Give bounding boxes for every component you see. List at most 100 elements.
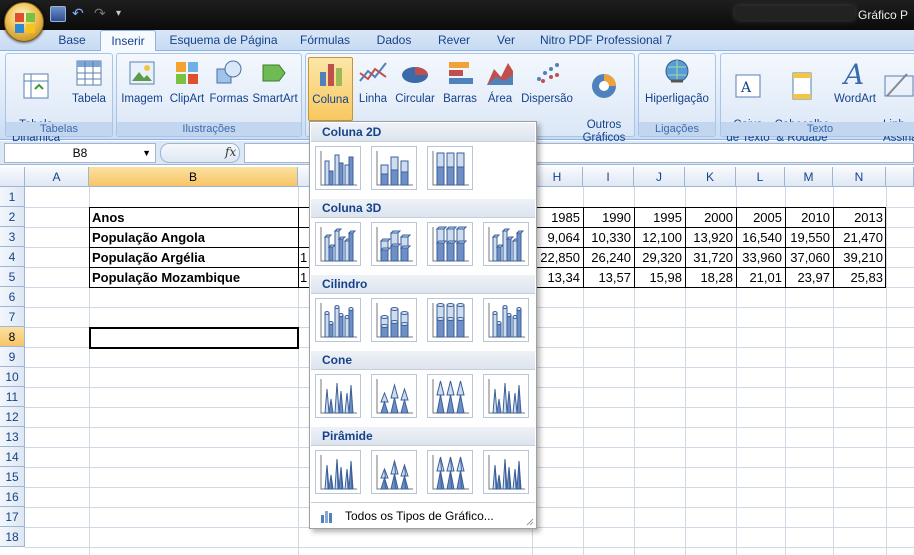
selected-cell-b8[interactable] [89,327,299,349]
clipart-button[interactable]: ClipArt [167,57,207,106]
row-header-1[interactable]: 1 [0,187,25,207]
col2d-stacked100-option[interactable] [427,146,473,190]
cell-l-mozambique[interactable]: 21,01 [737,268,785,288]
cell-j-argelia[interactable]: 29,320 [635,248,685,268]
tab-dados[interactable]: Dados [370,30,418,50]
cell-i-header_years[interactable]: 1990 [584,208,634,228]
cell-j-header_years[interactable]: 1995 [635,208,685,228]
row-header-13[interactable]: 13 [0,427,25,447]
outros-graficos-button[interactable]: Outros Gráficos [578,57,630,145]
cell-n-mozambique[interactable]: 25,83 [834,268,886,288]
cell-b5[interactable]: População Mozambique [92,268,297,288]
row-header-12[interactable]: 12 [0,407,25,427]
col2d-clustered-option[interactable] [315,146,361,190]
resize-grip-icon[interactable] [526,518,534,526]
cell-b4[interactable]: População Argélia [92,248,297,268]
fx-icon[interactable]: fx [225,145,236,159]
row-header-11[interactable]: 11 [0,387,25,407]
cell-h-mozambique[interactable]: 13,34 [533,268,583,288]
column-header-l[interactable]: L [736,167,785,187]
column-header-b[interactable]: B [89,167,298,187]
imagem-button[interactable]: Imagem [120,57,164,106]
cell-i-argelia[interactable]: 26,240 [584,248,634,268]
column-header-k[interactable]: K [685,167,736,187]
pyr-3d-option[interactable] [483,450,529,494]
undo-icon[interactable]: ↶ [72,6,88,22]
cell-j-mozambique[interactable]: 15,98 [635,268,685,288]
cell-i-angola[interactable]: 10,330 [584,228,634,248]
cyl-stacked-option[interactable] [371,298,417,342]
cell-l-header_years[interactable]: 2005 [737,208,785,228]
circular-button[interactable]: Circular [392,57,438,106]
tab-ver[interactable]: Ver [489,30,523,50]
cell-k-argelia[interactable]: 31,720 [686,248,736,268]
tab-esquema-pagina[interactable]: Esquema de Página [166,30,281,50]
column-header-j[interactable]: J [634,167,685,187]
cell-k-mozambique[interactable]: 18,28 [686,268,736,288]
cell-h-argelia[interactable]: 22,850 [533,248,583,268]
row-header-9[interactable]: 9 [0,347,25,367]
row-header-16[interactable]: 16 [0,487,25,507]
row-header-3[interactable]: 3 [0,227,25,247]
tab-rever[interactable]: Rever [430,30,478,50]
dispersao-button[interactable]: Dispersão [520,57,574,106]
column-header-m[interactable]: M [785,167,833,187]
row-header-5[interactable]: 5 [0,267,25,287]
cell-l-angola[interactable]: 16,540 [737,228,785,248]
row-header-14[interactable]: 14 [0,447,25,467]
tab-inserir[interactable]: Inserir [100,30,156,51]
cone-3d-option[interactable] [483,374,529,418]
cell-k-angola[interactable]: 13,920 [686,228,736,248]
cell-b3[interactable]: População Angola [92,228,297,248]
column-header-h[interactable]: H [532,167,583,187]
cell-n-argelia[interactable]: 39,210 [834,248,886,268]
tab-base[interactable]: Base [52,30,92,50]
hiperligacao-button[interactable]: Hiperligação [641,57,713,106]
cyl-stacked100-option[interactable] [427,298,473,342]
pyr-stacked-option[interactable] [371,450,417,494]
row-header-18[interactable]: 18 [0,527,25,547]
coluna-button[interactable]: Coluna [308,57,353,121]
linha-button[interactable]: Linha [356,57,390,106]
row-header-7[interactable]: 7 [0,307,25,327]
row-header-6[interactable]: 6 [0,287,25,307]
cell-l-argelia[interactable]: 33,960 [737,248,785,268]
area-button[interactable]: Área [482,57,518,106]
cell-b2[interactable]: Anos [92,208,297,228]
qat-customize-icon[interactable]: ▾ [116,6,132,22]
col3d-clustered-option[interactable] [315,222,361,266]
pyr-stacked100-option[interactable] [427,450,473,494]
row-header-17[interactable]: 17 [0,507,25,527]
pyr-clustered-option[interactable] [315,450,361,494]
row-header-10[interactable]: 10 [0,367,25,387]
tabela-button[interactable]: Tabela [68,57,110,106]
cell-h-angola[interactable]: 9,064 [533,228,583,248]
cell-i-mozambique[interactable]: 13,57 [584,268,634,288]
cell-m-argelia[interactable]: 37,060 [786,248,833,268]
chevron-down-icon[interactable]: ▼ [142,144,151,162]
cyl-clustered-option[interactable] [315,298,361,342]
row-header-15[interactable]: 15 [0,467,25,487]
smartart-button[interactable]: SmartArt [250,57,300,106]
col2d-stacked-option[interactable] [371,146,417,190]
column-header-a[interactable]: A [25,167,89,187]
cone-stacked100-option[interactable] [427,374,473,418]
cell-h-header_years[interactable]: 1985 [533,208,583,228]
cell-n-angola[interactable]: 21,470 [834,228,886,248]
cone-stacked-option[interactable] [371,374,417,418]
select-all-corner[interactable] [0,167,25,187]
cell-m-mozambique[interactable]: 23,97 [786,268,833,288]
cell-n-header_years[interactable]: 2013 [834,208,886,228]
cell-k-header_years[interactable]: 2000 [686,208,736,228]
all-chart-types-button[interactable]: Todos os Tipos de Gráfico... [311,502,535,528]
office-button[interactable] [4,2,44,42]
column-header-o-partial[interactable] [886,167,914,187]
formas-button[interactable]: Formas [208,57,250,106]
save-icon[interactable] [50,6,66,22]
cone-clustered-option[interactable] [315,374,361,418]
col3d-3d-option[interactable] [483,222,529,266]
tab-formulas[interactable]: Fórmulas [293,30,357,50]
name-box[interactable]: B8 ▼ [4,143,156,163]
wordart-button[interactable]: A WordArt [831,57,879,106]
row-header-4[interactable]: 4 [0,247,25,267]
